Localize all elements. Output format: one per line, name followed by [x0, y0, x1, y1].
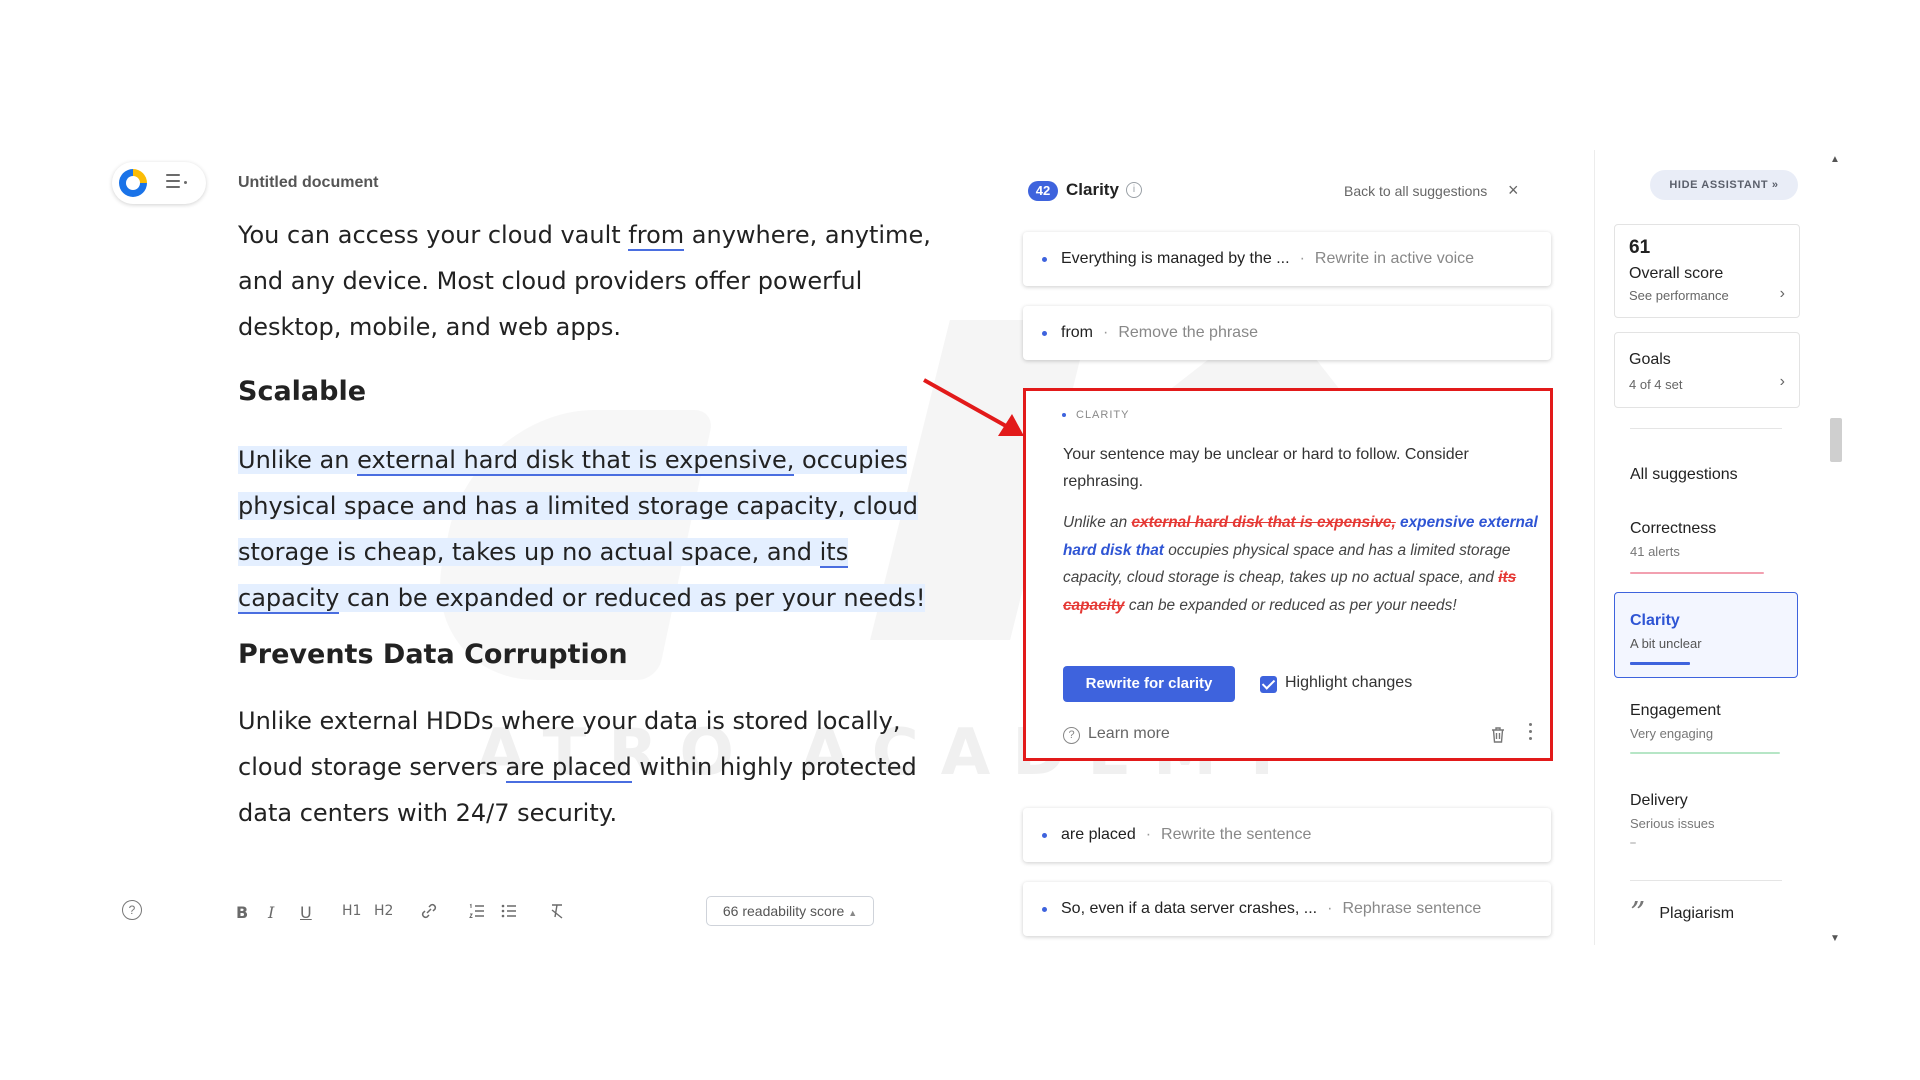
more-options-icon[interactable] — [1529, 723, 1533, 744]
trash-icon[interactable] — [1488, 725, 1508, 745]
suggested-rewrite: Unlike an external hard disk that is exp… — [1063, 514, 1538, 614]
suggestion-message: Your sentence may be unclear or hard to … — [1063, 446, 1469, 490]
app-menu-pill[interactable] — [112, 162, 206, 204]
suggestion-card[interactable]: Everything is managed by the ... · Rewri… — [1023, 232, 1551, 286]
overall-score-value: 61 — [1629, 237, 1651, 258]
sidebar-item-plagiarism[interactable]: ” Plagiarism — [1630, 896, 1734, 931]
scroll-down-icon[interactable]: ▼ — [1830, 933, 1840, 944]
highlight-changes-checkbox[interactable] — [1260, 676, 1277, 693]
quote-icon: ” — [1630, 896, 1646, 931]
scroll-up-icon[interactable]: ▲ — [1830, 154, 1840, 165]
hide-assistant-button[interactable]: HIDE ASSISTANT » — [1650, 170, 1798, 200]
correctness-bar — [1630, 572, 1764, 574]
help-icon[interactable]: ? — [122, 900, 142, 920]
numbered-list-icon[interactable] — [468, 902, 486, 920]
flagged-phrase[interactable]: from — [628, 221, 685, 251]
expanded-suggestion-card[interactable]: CLARITY Your sentence may be unclear or … — [1023, 388, 1553, 761]
highlight-changes-label[interactable]: Highlight changes — [1285, 674, 1412, 692]
bold-button[interactable]: B — [236, 903, 248, 922]
overall-score-label: Overall score — [1629, 265, 1724, 282]
scrollbar-thumb[interactable] — [1830, 418, 1842, 462]
bullet-dot — [1042, 330, 1047, 336]
delivery-bar — [1630, 842, 1636, 844]
paragraph[interactable]: Unlike external HDDs where your data is … — [238, 698, 938, 836]
clear-formatting-icon[interactable] — [548, 902, 566, 920]
clarity-status: A bit unclear — [1630, 636, 1702, 651]
suggestion-count-badge: 42 — [1028, 181, 1058, 201]
back-to-suggestions-link[interactable]: Back to all suggestions — [1344, 183, 1487, 199]
see-performance-link[interactable]: See performance — [1629, 288, 1729, 303]
double-chevron-right-icon: » — [1771, 179, 1779, 191]
paragraph[interactable]: You can access your cloud vault from any… — [238, 212, 938, 350]
clarity-bar — [1630, 662, 1690, 665]
flagged-phrase[interactable]: are placed — [505, 753, 632, 783]
bullet-list-icon[interactable] — [500, 902, 518, 920]
sidebar-item-engagement[interactable]: Engagement Very engaging — [1630, 702, 1721, 741]
document-title[interactable]: Untitled document — [238, 174, 378, 192]
suggestion-category-label: CLARITY — [1076, 409, 1130, 421]
sidebar-item-all-suggestions[interactable]: All suggestions — [1630, 466, 1738, 484]
suggestion-card[interactable]: So, even if a data server crashes, ... ·… — [1023, 882, 1551, 936]
chevron-right-icon: › — [1779, 285, 1785, 302]
menu-icon[interactable] — [166, 174, 188, 192]
underline-button[interactable]: U — [300, 903, 312, 922]
question-icon[interactable]: ? — [1063, 727, 1080, 744]
section-heading[interactable]: Prevents Data Corruption — [238, 639, 938, 670]
goals-label: Goals — [1629, 351, 1671, 368]
annotation-arrow-icon — [923, 378, 1024, 436]
panel-title: Clarity — [1066, 180, 1119, 199]
overall-score-card[interactable]: 61 Overall score See performance › — [1614, 224, 1800, 318]
suggestion-card[interactable]: from · Remove the phrase — [1023, 306, 1551, 360]
goals-status: 4 of 4 set — [1629, 377, 1683, 392]
goals-card[interactable]: Goals 4 of 4 set › — [1614, 332, 1800, 408]
bullet-dot — [1062, 413, 1066, 418]
section-heading[interactable]: Scalable — [238, 376, 938, 407]
bullet-dot — [1042, 256, 1047, 262]
bullet-dot — [1042, 906, 1047, 912]
sidebar-item-delivery[interactable]: Delivery Serious issues — [1630, 792, 1715, 831]
caret-up-icon: ▲ — [848, 908, 858, 918]
heading2-button[interactable]: H2 — [374, 903, 393, 919]
link-icon[interactable] — [420, 902, 438, 920]
grammarly-logo-icon[interactable] — [119, 169, 147, 197]
readability-score-button[interactable]: 66 readability score ▲ — [706, 896, 874, 926]
sidebar-divider — [1594, 150, 1595, 945]
chevron-right-icon: › — [1779, 373, 1785, 390]
deleted-text: external hard disk that is expensive, — [1131, 514, 1396, 531]
italic-button[interactable]: I — [268, 903, 274, 922]
document-editor[interactable]: You can access your cloud vault from any… — [238, 212, 938, 836]
clarity-label: Clarity — [1630, 612, 1680, 629]
suggestion-card[interactable]: are placed · Rewrite the sentence — [1023, 808, 1551, 862]
heading1-button[interactable]: H1 — [342, 903, 361, 919]
close-icon[interactable]: × — [1508, 180, 1519, 201]
flagged-phrase[interactable]: external hard disk that is expensive, — [357, 446, 795, 476]
bullet-dot — [1042, 832, 1047, 838]
engagement-bar — [1630, 752, 1780, 754]
rewrite-for-clarity-button[interactable]: Rewrite for clarity — [1063, 666, 1235, 702]
sidebar-item-correctness[interactable]: Correctness 41 alerts — [1630, 520, 1716, 559]
paragraph-highlighted[interactable]: Unlike an external hard disk that is exp… — [238, 437, 938, 621]
info-icon[interactable]: i — [1126, 182, 1142, 198]
learn-more-link[interactable]: Learn more — [1088, 725, 1170, 743]
scrollbar[interactable]: ▲ ▼ — [1826, 154, 1844, 944]
